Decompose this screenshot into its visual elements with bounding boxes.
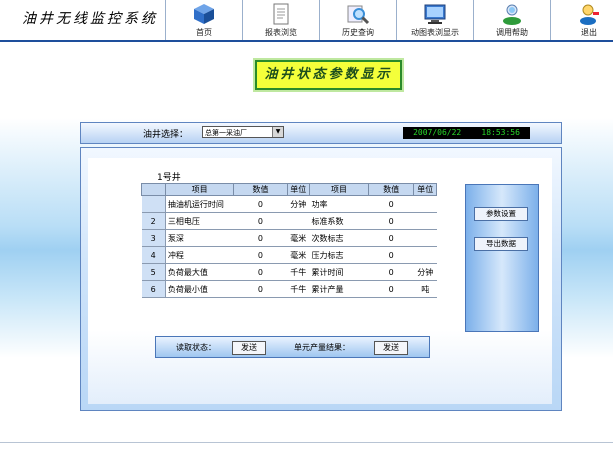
table-cell: 吨 bbox=[413, 280, 437, 298]
monitor-icon bbox=[424, 4, 446, 24]
table-row: 抽油机运行时间 0 分钟 功率 0 bbox=[141, 195, 437, 213]
well-select[interactable]: 总第一采油厂 ▼ bbox=[202, 126, 284, 138]
table-cell: 0 bbox=[368, 229, 414, 247]
read-status-label: 读取状态： bbox=[176, 343, 216, 352]
nav-item-history[interactable]: 历史查询 bbox=[319, 0, 396, 40]
table-cell: 泵深 bbox=[165, 229, 234, 247]
nav-label-home: 首页 bbox=[196, 28, 212, 37]
table-cell: 三相电压 bbox=[165, 212, 234, 230]
nav-item-help[interactable]: 调用帮助 bbox=[473, 0, 550, 40]
table-cell: 0 bbox=[233, 212, 288, 230]
param-settings-button[interactable]: 参数设置 bbox=[474, 207, 528, 221]
table-cell: 0 bbox=[368, 212, 414, 230]
table-cell: 负荷最小值 bbox=[165, 280, 234, 298]
nav-label-reports: 报表浏览 bbox=[265, 28, 297, 37]
table-cell: 累计时间 bbox=[309, 263, 369, 281]
row-index: 5 bbox=[141, 263, 166, 281]
read-status-send-button[interactable]: 发送 bbox=[232, 341, 266, 355]
side-button-panel: 参数设置 导出数据 bbox=[465, 184, 539, 332]
well-select-value: 总第一采油厂 bbox=[205, 129, 247, 137]
table-header: 项目 bbox=[164, 183, 235, 196]
table-cell: 毫米 bbox=[287, 229, 310, 247]
nav-item-reports[interactable]: 报表浏览 bbox=[242, 0, 319, 40]
table-row: 5 负荷最大值 0 千牛 累计时间 0 分钟 bbox=[141, 263, 437, 281]
table-cell: 千牛 bbox=[287, 263, 310, 281]
table-cell: 0 bbox=[368, 195, 414, 213]
table-header: 数值 bbox=[367, 183, 415, 196]
table-cell bbox=[413, 212, 437, 230]
table-cell: 压力标志 bbox=[309, 246, 369, 264]
nav-label-history: 历史查询 bbox=[342, 28, 374, 37]
table-header-row: 项目 数值 单位 项目 数值 单位 bbox=[141, 183, 437, 196]
table-cell: 0 bbox=[368, 280, 414, 298]
table-header: 单位 bbox=[286, 183, 311, 196]
row-index: 6 bbox=[141, 280, 166, 298]
production-result-label: 单元产量结果： bbox=[294, 343, 350, 352]
table-cell: 毫米 bbox=[287, 246, 310, 264]
exit-user-icon bbox=[580, 4, 599, 25]
table-cell: 累计产量 bbox=[309, 280, 369, 298]
well-name: 1号井 bbox=[157, 173, 181, 183]
nav-item-exit[interactable]: 退出 bbox=[550, 0, 613, 40]
table-cell: 千牛 bbox=[287, 280, 310, 298]
export-data-button[interactable]: 导出数据 bbox=[474, 237, 528, 251]
home-cube-icon bbox=[194, 4, 214, 24]
row-index: 3 bbox=[141, 229, 166, 247]
page-title: 油井状态参数显示 bbox=[264, 67, 393, 82]
table-cell bbox=[413, 246, 437, 264]
chevron-down-icon[interactable]: ▼ bbox=[272, 127, 283, 137]
table-cell: 0 bbox=[233, 263, 288, 281]
table-row: 3 泵深 0 毫米 次数标志 0 bbox=[141, 229, 437, 247]
control-bar: 油井选择： 总第一采油厂 ▼ 2007/06/22 18:53:56 bbox=[80, 122, 562, 144]
table-header: 数值 bbox=[233, 183, 288, 196]
table-cell: 抽油机运行时间 bbox=[165, 195, 234, 213]
table-cell: 0 bbox=[368, 246, 414, 264]
production-send-button[interactable]: 发送 bbox=[374, 341, 408, 355]
top-bar: 油井无线监控系统 首页 报表浏览 历史查询 动图表浏显示 调用帮助 退出 bbox=[0, 0, 613, 42]
table-cell: 分钟 bbox=[287, 195, 310, 213]
table-cell: 0 bbox=[233, 195, 288, 213]
date-display: 2007/06/22 bbox=[413, 128, 462, 137]
app-title: 油井无线监控系统 bbox=[22, 11, 158, 27]
table-cell: 次数标志 bbox=[309, 229, 369, 247]
table-cell: 0 bbox=[233, 229, 288, 247]
table-cell bbox=[413, 195, 437, 213]
parameter-table: 项目 数值 单位 项目 数值 单位 抽油机运行时间 0 分钟 功率 0 2 三相… bbox=[141, 183, 437, 298]
bottom-divider bbox=[0, 442, 613, 443]
datetime-display: 2007/06/22 18:53:56 bbox=[403, 127, 530, 139]
table-header: 项目 bbox=[309, 183, 369, 196]
table-header: 单位 bbox=[413, 183, 437, 196]
table-cell: 标准系数 bbox=[309, 212, 369, 230]
row-index: 4 bbox=[141, 246, 166, 264]
table-cell: 0 bbox=[233, 246, 288, 264]
table-cell: 冲程 bbox=[165, 246, 234, 264]
nav-item-charts[interactable]: 动图表浏显示 bbox=[396, 0, 473, 40]
table-cell: 0 bbox=[368, 263, 414, 281]
table-cell: 功率 bbox=[309, 195, 369, 213]
well-select-label: 油井选择： bbox=[143, 130, 189, 140]
nav-label-help: 调用帮助 bbox=[496, 28, 528, 37]
table-cell: 0 bbox=[233, 280, 288, 298]
table-row: 6 负荷最小值 0 千牛 累计产量 0 吨 bbox=[141, 280, 437, 298]
table-row: 4 冲程 0 毫米 压力标志 0 bbox=[141, 246, 437, 264]
page-title-box: 油井状态参数显示 bbox=[255, 60, 402, 90]
main-nav: 首页 报表浏览 历史查询 动图表浏显示 调用帮助 退出 bbox=[165, 0, 613, 40]
nav-item-home[interactable]: 首页 bbox=[165, 0, 242, 40]
row-index bbox=[141, 195, 166, 213]
table-cell bbox=[287, 212, 310, 230]
table-row: 2 三相电压 0 标准系数 0 bbox=[141, 212, 437, 230]
bottom-action-bar: 读取状态： 发送 单元产量结果： 发送 bbox=[155, 336, 430, 358]
people-icon bbox=[503, 4, 521, 25]
magnifier-icon bbox=[347, 5, 370, 25]
table-cell: 负荷最大值 bbox=[165, 263, 234, 281]
table-cell: 分钟 bbox=[413, 263, 437, 281]
document-icon bbox=[273, 3, 289, 25]
table-header-index bbox=[141, 183, 166, 196]
time-display: 18:53:56 bbox=[481, 128, 520, 137]
nav-label-exit: 退出 bbox=[581, 28, 597, 37]
nav-label-charts: 动图表浏显示 bbox=[411, 28, 459, 37]
table-cell bbox=[413, 229, 437, 247]
row-index: 2 bbox=[141, 212, 166, 230]
